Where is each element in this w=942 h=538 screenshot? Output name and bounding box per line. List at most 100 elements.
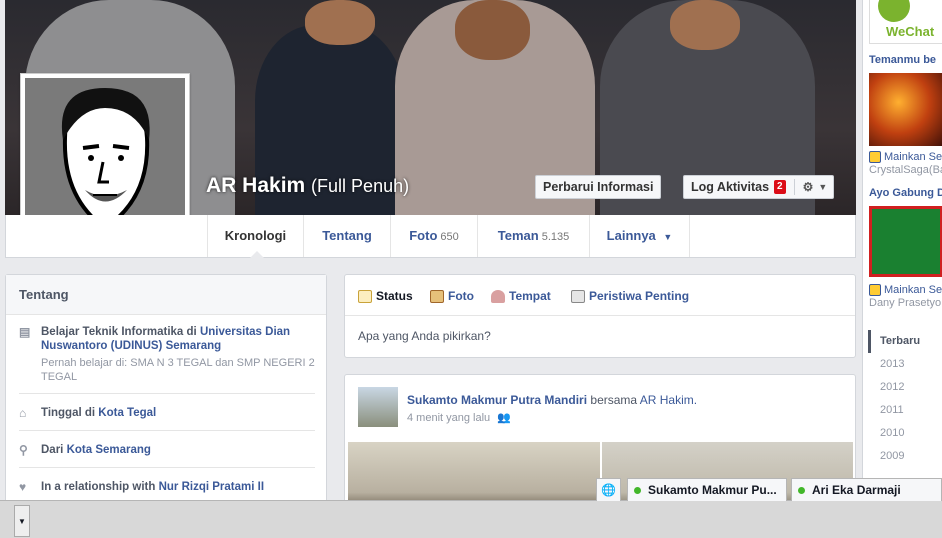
divider [345,315,855,316]
story-with: bersama [590,393,638,407]
tab-timeline[interactable]: Kronologi [207,215,303,258]
status-composer: Status Foto Tempat Peristiwa Penting Apa… [344,274,856,358]
online-indicator [798,487,805,494]
about-card: Tentang ▤ Belajar Teknik Informatika di … [5,274,327,514]
chevron-down-icon[interactable]: ▼ [818,176,827,198]
tab-label: Tentang [322,228,372,243]
relationship-name-link[interactable]: Nur Rizqi Pratami II [159,481,264,493]
avatar-illustration [61,88,150,231]
cover-person [305,0,375,45]
tab-label: Teman [497,228,539,243]
wechat-ad[interactable]: WeChat [869,0,942,44]
update-info-label: Perbarui Informasi [543,180,654,194]
story-meta: 4 menit yang lalu 👥 [407,411,511,424]
year-2012[interactable]: 2012 [868,376,942,399]
play-game-label: Mainkan Se [884,151,942,163]
chat-tab[interactable]: Ari Eka Darmaji [791,478,942,501]
friends-games-heading[interactable]: Temanmu be [869,54,936,66]
play-game-label: Mainkan Se [884,284,942,296]
school-icon: ▤ [19,325,31,339]
about-title[interactable]: Tentang [6,275,326,315]
lives-city-link[interactable]: Kota Tegal [98,407,156,419]
about-from: ⚲ Dari Kota Semarang [19,443,315,457]
profile-alternate-name: (Full Penuh) [311,176,410,196]
globe-icon[interactable]: 🌐 [596,478,621,501]
from-city-link[interactable]: Kota Semarang [67,444,151,456]
divider [19,467,315,468]
year-latest[interactable]: Terbaru [868,330,942,353]
chat-tab-name: Ari Eka Darmaji [812,483,901,497]
browser-bottom-bar: ▼ [0,500,942,538]
tab-friends[interactable]: Teman 5.135 [477,215,589,257]
activity-log-badge: 2 [774,180,786,194]
activity-log-button[interactable]: Log Aktivitas 2 ⚙ ▼ [683,175,835,199]
timeline-years-nav: Terbaru 2013 2012 2011 2010 2009 [868,330,942,468]
chevron-down-icon: ▼ [663,232,673,242]
year-2010[interactable]: 2010 [868,422,942,445]
about-relationship: ♥ In a relationship with Nur Rizqi Prata… [19,480,315,494]
composer-tab-label: Foto [448,289,474,303]
game-thumbnail[interactable] [869,206,942,277]
relationship-prefix: In a relationship with [41,481,156,493]
about-education: ▤ Belajar Teknik Informatika di Universi… [19,325,315,384]
chat-tab[interactable]: Sukamto Makmur Pu... [627,478,787,501]
tab-photos[interactable]: Foto 650 [390,215,477,257]
scroll-dropdown[interactable]: ▼ [14,505,30,537]
divider [793,179,795,195]
story-header: Sukamto Makmur Putra Mandiri bersama AR … [407,393,697,407]
friends-audience-icon[interactable]: 👥 [497,412,511,424]
about-lives: ⌂ Tinggal di Kota Tegal [19,406,315,420]
wechat-logo-icon [878,0,910,22]
chevron-down-icon: ▼ [18,517,26,526]
from-prefix: Dari [41,444,64,456]
profile-name: AR Hakim (Full Penuh) [206,174,409,198]
home-icon: ⌂ [19,406,27,420]
game-subtitle: CrystalSaga(Ba [869,164,942,176]
story-time[interactable]: 4 menit yang lalu [407,412,490,424]
gear-icon[interactable]: ⚙ [803,176,814,198]
game-icon [869,151,881,163]
composer-tab-place[interactable]: Tempat [491,289,551,303]
lives-prefix: Tinggal di [41,407,96,419]
education-past: Pernah belajar di: SMA N 3 TEGAL dan SMP… [41,357,315,383]
tab-count: 5.135 [541,231,570,243]
join-games-heading[interactable]: Ayo Gabung D [869,187,942,199]
cover-person [670,0,740,50]
place-pin-icon [491,289,505,303]
composer-tab-status[interactable]: Status [358,289,413,303]
year-2011[interactable]: 2011 [868,399,942,422]
tab-about[interactable]: Tentang [303,215,390,257]
wechat-label: WeChat [886,24,935,39]
story-tagged-link[interactable]: AR Hakim. [640,393,697,407]
education-prefix: Belajar Teknik Informatika di [41,326,197,338]
tab-label: Kronologi [224,228,287,243]
profile-nav: Kronologi Tentang Foto 650 Teman 5.135 Lai… [5,215,856,258]
status-input[interactable]: Apa yang Anda pikirkan? [358,329,491,343]
book-icon [571,289,585,303]
status-icon [358,289,372,303]
composer-tab-label: Status [376,289,413,303]
location-pin-icon: ⚲ [19,443,28,457]
chat-tab-name: Sukamto Makmur Pu... [648,483,777,497]
composer-tab-life-event[interactable]: Peristiwa Penting [571,289,689,303]
play-game-link[interactable]: Mainkan Se [869,284,942,296]
author-avatar[interactable] [358,387,398,427]
divider [19,393,315,394]
update-info-button[interactable]: Perbarui Informasi [535,175,662,199]
divider [19,430,315,431]
tab-label: Foto [409,228,438,243]
profile-name-text: AR Hakim [206,174,306,197]
tab-more[interactable]: Lainnya ▼ [589,215,690,257]
year-2013[interactable]: 2013 [868,353,942,376]
game-thumbnail[interactable] [869,73,942,146]
year-2009[interactable]: 2009 [868,445,942,468]
composer-tab-photo[interactable]: Foto [430,289,474,303]
composer-tab-label: Peristiwa Penting [589,289,690,303]
story-author-link[interactable]: Sukamto Makmur Putra Mandiri [407,393,587,407]
cover-person [455,0,530,60]
play-game-link[interactable]: Mainkan Se [869,151,942,163]
photo-icon [430,289,444,303]
heart-icon: ♥ [19,480,27,494]
tab-count: 650 [440,231,459,243]
game-icon [869,284,881,296]
